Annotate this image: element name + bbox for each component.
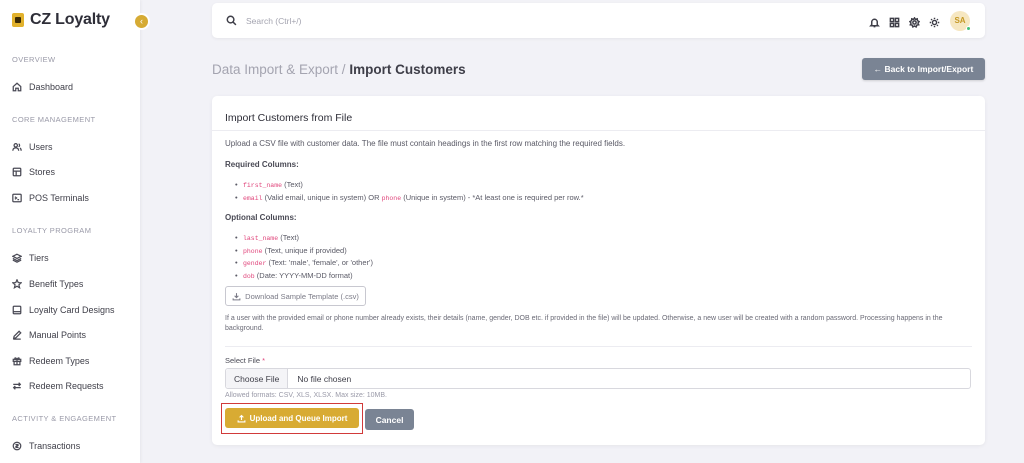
section-loyalty-program: LOYALTY PROGRAM — [12, 226, 92, 235]
sun-icon — [929, 17, 940, 28]
sidebar-item-label: Transactions — [29, 441, 81, 451]
search-icon — [226, 15, 237, 26]
sidebar-item-label: Users — [29, 142, 53, 152]
breadcrumb-current: Import Customers — [349, 62, 466, 77]
brand-name: CZ Loyalty — [30, 11, 110, 28]
notifications-button[interactable] — [869, 15, 880, 28]
list-item: gender (Text: 'male', 'female', or 'othe… — [235, 257, 373, 270]
required-mark: * — [262, 356, 266, 365]
settings-button[interactable] — [908, 15, 921, 28]
sidebar-item-transactions[interactable]: Transactions — [12, 439, 80, 453]
upload-highlight-box: Upload and Queue Import — [221, 403, 363, 434]
star-icon — [12, 279, 22, 289]
section-divider — [225, 346, 972, 347]
list-item: last_name (Text) — [235, 232, 373, 245]
store-icon — [12, 167, 22, 177]
section-activity-engagement: ACTIVITY & ENGAGEMENT — [12, 414, 117, 423]
terminal-icon — [12, 193, 22, 203]
card-icon — [12, 305, 22, 315]
download-sample-template-button[interactable]: Download Sample Template (.csv) — [225, 286, 366, 306]
sidebar-item-stores[interactable]: Stores — [12, 165, 55, 179]
file-format-hint: Allowed formats: CSV, XLS, XLSX. Max siz… — [225, 392, 387, 399]
sidebar-item-redeem-types[interactable]: Redeem Types — [12, 354, 89, 368]
sidebar-item-pos-terminals[interactable]: POS Terminals — [12, 191, 89, 205]
gift-icon — [12, 357, 22, 366]
bell-icon — [869, 18, 880, 28]
download-label: Download Sample Template (.csv) — [245, 291, 359, 301]
select-file-label: Select File * — [225, 356, 266, 365]
list-item: dob (Date: YYYY-MM-DD format) — [235, 270, 373, 283]
list-item: email (Valid email, unique in system) OR… — [235, 192, 584, 205]
topbar: SA — [212, 3, 985, 38]
choose-file-button[interactable]: Choose File — [226, 369, 289, 388]
sidebar-item-label: Loyalty Card Designs — [29, 305, 115, 315]
theme-toggle[interactable] — [929, 15, 940, 28]
required-columns-list: first_name (Text) email (Valid email, un… — [235, 179, 584, 204]
brand-logo-icon — [12, 13, 24, 27]
sidebar-item-label: Stores — [29, 167, 56, 177]
search-input[interactable] — [246, 12, 546, 29]
back-to-import-export-button[interactable]: ← Back to Import/Export — [862, 58, 985, 80]
brand[interactable]: CZ Loyalty — [12, 11, 110, 29]
online-status-dot — [966, 26, 971, 31]
sidebar-item-label: POS Terminals — [29, 193, 89, 203]
section-core-management: CORE MANAGEMENT — [12, 115, 96, 124]
card-title: Import Customers from File — [225, 112, 353, 124]
sidebar-item-benefit-types[interactable]: Benefit Types — [12, 277, 83, 291]
sidebar-collapse-button[interactable]: ‹ — [133, 13, 150, 30]
upload-and-queue-import-button[interactable]: Upload and Queue Import — [225, 408, 359, 428]
avatar[interactable]: SA — [950, 11, 971, 31]
edit-icon — [12, 330, 22, 340]
page-title: Data Import & Export / Import Customers — [212, 62, 466, 77]
apps-button[interactable] — [889, 15, 900, 28]
section-overview: OVERVIEW — [12, 55, 56, 64]
sidebar-item-label: Tiers — [29, 253, 49, 263]
intro-text: Upload a CSV file with customer data. Th… — [225, 139, 626, 148]
sidebar-item-tiers[interactable]: Tiers — [12, 251, 49, 265]
import-card: Import Customers from File Upload a CSV … — [212, 96, 985, 445]
gear-icon — [908, 16, 921, 28]
file-status: No file chosen — [297, 373, 352, 384]
transactions-icon — [12, 441, 22, 451]
card-divider — [212, 130, 985, 131]
sidebar: CZ Loyalty ‹ OVERVIEW Dashboard CORE MAN… — [0, 0, 150, 463]
download-icon — [232, 292, 241, 300]
required-columns-heading: Required Columns: — [225, 160, 299, 169]
sidebar-item-label: Redeem Types — [29, 356, 90, 366]
list-item: first_name (Text) — [235, 179, 584, 192]
sidebar-item-label: Dashboard — [29, 82, 74, 92]
grid-icon — [889, 17, 900, 28]
sidebar-item-label: Redeem Requests — [29, 381, 104, 391]
sidebar-item-manual-points[interactable]: Manual Points — [12, 328, 86, 342]
list-item: phone (Text, unique if provided) — [235, 245, 373, 258]
sidebar-item-redeem-requests[interactable]: Redeem Requests — [12, 379, 104, 393]
sidebar-item-loyalty-card-designs[interactable]: Loyalty Card Designs — [12, 303, 115, 317]
cancel-button[interactable]: Cancel — [365, 409, 414, 430]
file-input[interactable]: Choose File No file chosen — [225, 368, 971, 389]
swap-icon — [12, 382, 22, 390]
avatar-initials: SA — [954, 16, 966, 25]
breadcrumb-parent[interactable]: Data Import & Export / — [212, 62, 346, 77]
layers-icon — [12, 253, 22, 263]
sidebar-item-label: Benefit Types — [29, 279, 84, 289]
upload-icon — [237, 414, 246, 422]
home-icon — [12, 82, 22, 92]
users-icon — [12, 143, 22, 151]
sidebar-item-label: Manual Points — [29, 330, 87, 340]
optional-columns-heading: Optional Columns: — [225, 213, 297, 222]
sidebar-item-dashboard[interactable]: Dashboard — [12, 80, 73, 94]
sidebar-item-users[interactable]: Users — [12, 140, 53, 154]
upload-label: Upload and Queue Import — [249, 413, 348, 423]
import-note: If a user with the provided email or pho… — [225, 315, 943, 332]
optional-columns-list: last_name (Text) phone (Text, unique if … — [235, 232, 373, 282]
